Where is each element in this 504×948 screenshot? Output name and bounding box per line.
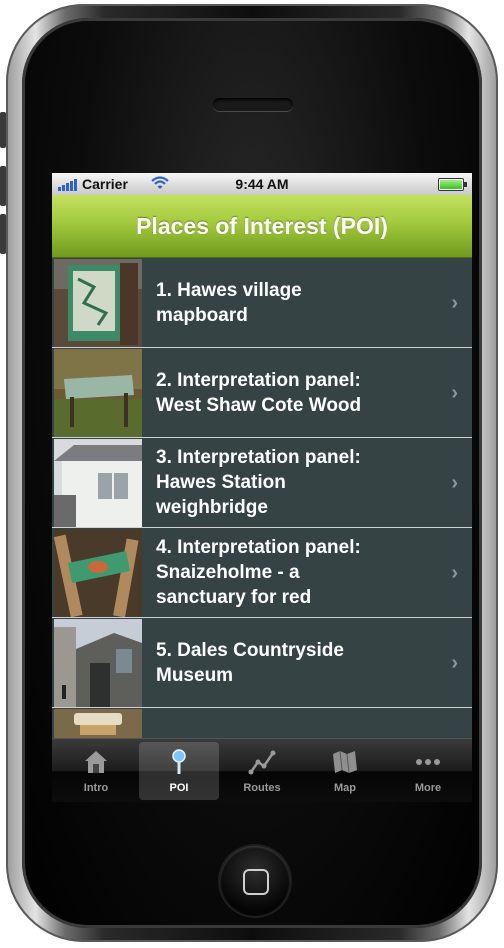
chevron-right-icon: › — [451, 382, 458, 404]
poi-row-west-shaw-cote-wood[interactable]: 2. Interpretation panel: West Shaw Cote … — [52, 348, 472, 438]
tab-label: POI — [169, 782, 189, 794]
page-title: Places of Interest (POI) — [136, 212, 388, 239]
status-bar: Carrier 9:44 AM — [52, 173, 472, 196]
more-icon — [416, 759, 440, 765]
volume-down-button — [0, 214, 6, 254]
navigation-bar: Places of Interest (POI) — [52, 195, 472, 258]
pin-icon — [172, 749, 186, 774]
poi-row-partial[interactable] — [52, 708, 472, 738]
poi-label: 4. Interpretation panel: Snaizeholme - a… — [156, 537, 361, 608]
tab-label: Map — [334, 782, 356, 794]
tab-poi[interactable]: POI — [139, 742, 219, 800]
snaizeholme-panel-photo — [54, 529, 142, 617]
volume-up-button — [0, 166, 6, 206]
tab-label: Intro — [83, 782, 109, 794]
mute-switch — [0, 112, 6, 148]
weighbridge-photo — [54, 439, 142, 527]
tab-routes[interactable]: Routes — [222, 742, 302, 800]
poi-label: 2. Interpretation panel: West Shaw Cote … — [156, 369, 362, 416]
battery-icon — [438, 178, 467, 191]
museum-photo — [54, 619, 142, 707]
poi-row-snaizeholme[interactable]: 4. Interpretation panel: Snaizeholme - a… — [52, 528, 472, 618]
poi-list: 1. Hawes village mapboard › 2. Interpret… — [52, 258, 472, 738]
chevron-right-icon: › — [451, 472, 458, 494]
map-icon — [333, 750, 357, 774]
home-square-icon — [243, 869, 269, 895]
status-time: 9:44 AM — [235, 176, 289, 192]
poi-label: 3. Interpretation panel: Hawes Station w… — [156, 447, 361, 518]
tab-bar: Intro POI Routes Map More — [52, 738, 472, 802]
tab-intro[interactable]: Intro — [56, 742, 136, 800]
poi-label: 1. Hawes village mapboard — [156, 279, 302, 326]
home-button[interactable] — [220, 846, 290, 916]
interpretation-panel-photo — [54, 349, 142, 437]
earpiece-speaker — [213, 98, 293, 111]
chevron-right-icon: › — [451, 292, 458, 314]
phone-screen: Carrier 9:44 AM Places of Interest (POI) — [52, 173, 472, 802]
mapboard-photo — [54, 259, 142, 347]
poi-row-dales-countryside-museum[interactable]: 5. Dales Countryside Museum › — [52, 618, 472, 708]
poi-label: 5. Dales Countryside Museum — [156, 639, 344, 686]
tab-more[interactable]: More — [388, 742, 468, 800]
chevron-right-icon: › — [451, 652, 458, 674]
partial-photo — [54, 709, 142, 738]
poi-row-hawes-station-weighbridge[interactable]: 3. Interpretation panel: Hawes Station w… — [52, 438, 472, 528]
poi-row-hawes-mapboard[interactable]: 1. Hawes village mapboard › — [52, 258, 472, 348]
chevron-right-icon: › — [451, 562, 458, 584]
tab-map[interactable]: Map — [305, 742, 385, 800]
route-icon — [248, 750, 276, 775]
house-icon — [85, 751, 107, 773]
tab-label: Routes — [243, 782, 281, 794]
tab-label: More — [414, 782, 442, 794]
